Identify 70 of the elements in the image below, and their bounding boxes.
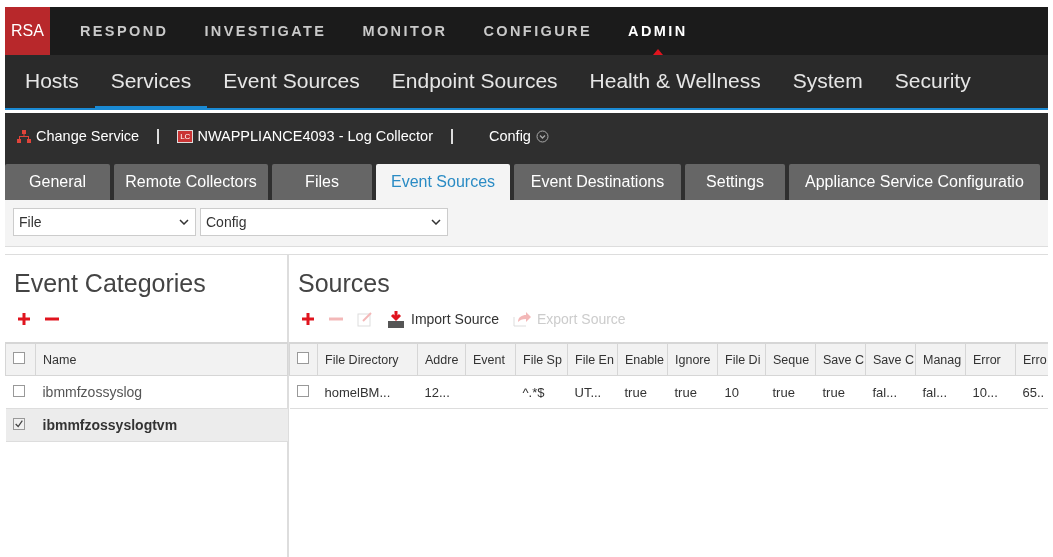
column-header[interactable]: Ignore bbox=[667, 343, 718, 376]
subnav-tab[interactable]: Hosts bbox=[9, 55, 95, 110]
add-icon[interactable] bbox=[301, 312, 315, 326]
network-icon bbox=[17, 129, 31, 143]
table-cell: UT... bbox=[567, 375, 618, 409]
table-cell: homelBM... bbox=[317, 375, 418, 409]
category-item[interactable]: ibmmfzossyslogtvm bbox=[35, 408, 288, 442]
tab[interactable]: Remote Collectors bbox=[114, 164, 268, 200]
nav-tab[interactable]: INVESTIGATE bbox=[186, 7, 345, 55]
column-header[interactable]: File Directory bbox=[317, 343, 418, 376]
remove-icon[interactable] bbox=[45, 317, 59, 321]
column-header[interactable]: Save C bbox=[865, 343, 916, 376]
tab[interactable]: Appliance Service Configuratio bbox=[789, 164, 1040, 200]
column-header[interactable]: Name bbox=[35, 343, 288, 376]
column-header[interactable]: Save C bbox=[815, 343, 866, 376]
checkbox[interactable] bbox=[296, 384, 309, 397]
category-item[interactable]: ibmmfzossyslog bbox=[35, 375, 288, 409]
tab[interactable]: Files bbox=[272, 164, 372, 200]
share-arrow-icon bbox=[512, 311, 531, 327]
dropdown[interactable]: File bbox=[13, 208, 196, 236]
chevron-down-icon bbox=[179, 219, 189, 225]
tray-arrow-icon bbox=[387, 310, 405, 328]
subnav-tab[interactable]: Event Sources bbox=[207, 55, 376, 110]
column-header[interactable]: Event bbox=[465, 343, 516, 376]
nav-tab[interactable]: CONFIGURE bbox=[465, 7, 611, 55]
column-header[interactable]: Enable bbox=[617, 343, 668, 376]
table-cell: 10... bbox=[965, 375, 1016, 409]
column-header[interactable]: Seque bbox=[765, 343, 816, 376]
subnav-tab[interactable]: Health & Wellness bbox=[573, 55, 777, 110]
add-icon[interactable] bbox=[17, 312, 31, 326]
column-header[interactable]: Erro bbox=[1015, 343, 1048, 376]
panel-title: Sources bbox=[298, 269, 391, 298]
import-button[interactable]: Import Source bbox=[387, 310, 499, 328]
dropdown[interactable]: Config bbox=[200, 208, 448, 236]
chevron-circle-icon bbox=[535, 129, 549, 143]
table-cell: fal... bbox=[915, 375, 966, 409]
service-name: NWAPPLIANCE4093 - Log Collector bbox=[197, 128, 433, 144]
view-dropdown[interactable]: Config bbox=[489, 128, 549, 144]
change-service-link[interactable]: Change Service bbox=[17, 128, 140, 144]
tab[interactable]: Event Destinations bbox=[514, 164, 681, 200]
checkbox[interactable] bbox=[12, 417, 25, 430]
tab[interactable]: Settings bbox=[685, 164, 785, 200]
subnav-tab[interactable]: Endpoint Sources bbox=[375, 55, 574, 110]
column-header[interactable]: Addre bbox=[417, 343, 466, 376]
column-header[interactable]: File En bbox=[567, 343, 618, 376]
tab[interactable]: General bbox=[5, 164, 110, 200]
column-header[interactable]: File Di bbox=[717, 343, 766, 376]
chevron-down-icon bbox=[431, 219, 441, 225]
service-badge: LC bbox=[177, 129, 194, 143]
column-header[interactable]: Error bbox=[965, 343, 1016, 376]
table-cell: fal... bbox=[865, 375, 916, 409]
table-cell: true bbox=[765, 375, 816, 409]
table-cell: 10 bbox=[717, 375, 766, 409]
subnav-tab[interactable]: System bbox=[776, 55, 879, 110]
subnav-tab[interactable]: Security bbox=[878, 55, 987, 110]
table-cell: 12... bbox=[417, 375, 466, 409]
nav-tab[interactable]: RESPOND bbox=[61, 7, 187, 55]
table-cell: 65.. bbox=[1015, 375, 1048, 409]
table-cell: true bbox=[815, 375, 866, 409]
checkbox[interactable] bbox=[12, 384, 25, 397]
table-cell: true bbox=[667, 375, 718, 409]
logo[interactable]: RSA bbox=[5, 7, 50, 55]
checkbox[interactable] bbox=[297, 352, 309, 364]
panel-title: Event Categories bbox=[14, 269, 207, 298]
table-cell: true bbox=[617, 375, 668, 409]
column-header[interactable]: Manag bbox=[915, 343, 966, 376]
table-cell: ^.*$ bbox=[515, 375, 568, 409]
nav-tab[interactable]: MONITOR bbox=[344, 7, 466, 55]
column-header[interactable]: File Sp bbox=[515, 343, 568, 376]
checkbox[interactable] bbox=[13, 352, 25, 364]
